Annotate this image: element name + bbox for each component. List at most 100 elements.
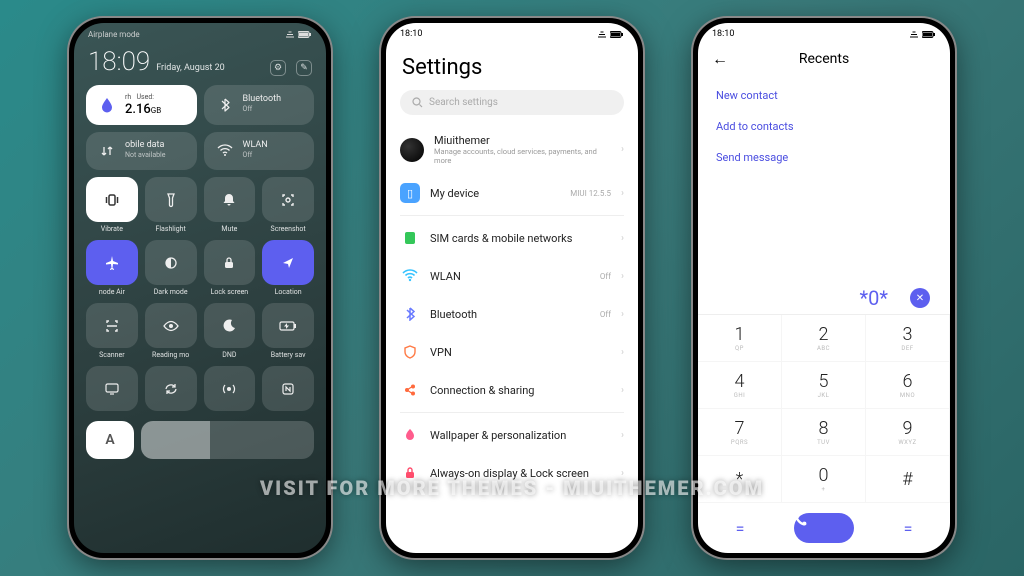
extra-toggle-4[interactable] (262, 366, 314, 414)
chevron-right-icon: › (621, 385, 624, 396)
chevron-right-icon: › (621, 144, 624, 155)
status-bar: Airplane mode (74, 23, 326, 41)
cc-header: 18:09 Friday, August 20 ⚙ ✎ (74, 41, 326, 85)
menu-right-button[interactable]: = (866, 519, 950, 538)
key-8[interactable]: 8TUV (782, 409, 866, 456)
vpn-row[interactable]: VPN › (386, 333, 638, 371)
clock-time: 18:09 (88, 47, 150, 77)
mobile-data-icon (96, 140, 118, 162)
wlan-row[interactable]: WLAN Off › (386, 257, 638, 295)
phone-settings: 18:10 Settings Search settings Miuitheme… (381, 18, 643, 558)
wallpaper-row[interactable]: Wallpaper & personalization › (386, 416, 638, 454)
chevron-right-icon: › (621, 468, 624, 479)
vpn-icon (400, 342, 420, 362)
extra-toggle-1[interactable] (86, 366, 138, 414)
airplane-icon (86, 240, 138, 285)
cast-icon (86, 366, 138, 411)
wallpaper-icon (400, 425, 420, 445)
call-button[interactable] (794, 513, 854, 543)
status-time: 18:10 (712, 29, 734, 39)
mute-toggle[interactable]: Mute (204, 177, 256, 233)
nfc-icon (262, 366, 314, 411)
extra-toggle-2[interactable] (145, 366, 197, 414)
extra-toggle-3[interactable] (204, 366, 256, 414)
key-6[interactable]: 6MNO (866, 362, 950, 409)
flashlight-icon (145, 177, 197, 222)
key-7[interactable]: 7PQRS (698, 409, 782, 456)
battery-icon (262, 303, 314, 348)
aod-row[interactable]: Always-on display & Lock screen › (386, 454, 638, 492)
airplane-toggle[interactable]: node Air (86, 240, 138, 296)
status-right (597, 31, 624, 38)
darkmode-toggle[interactable]: Dark mode (145, 240, 197, 296)
connection-row[interactable]: Connection & sharing › (386, 371, 638, 409)
bluetooth-row[interactable]: Bluetooth Off › (386, 295, 638, 333)
status-left: Airplane mode (88, 30, 140, 39)
settings-icon[interactable]: ⚙ (270, 60, 286, 76)
sync-icon (145, 366, 197, 411)
screenshot-toggle[interactable]: Screenshot (262, 177, 314, 233)
location-toggle[interactable]: Location (262, 240, 314, 296)
key-4[interactable]: 4GHI (698, 362, 782, 409)
chevron-right-icon: › (621, 233, 624, 244)
lock-icon (204, 240, 256, 285)
flashlight-toggle[interactable]: Flashlight (145, 177, 197, 233)
status-bar: 18:10 (698, 23, 950, 41)
settings-title: Settings (386, 41, 638, 90)
backspace-button[interactable]: ✕ (910, 288, 930, 308)
data-usage-tile[interactable]: rh Used: 2.16GB (86, 85, 197, 125)
wlan-tile[interactable]: WLANOff (204, 132, 315, 170)
dnd-toggle[interactable]: DND (204, 303, 256, 359)
clock-date: Friday, August 20 (156, 63, 260, 73)
sim-row[interactable]: SIM cards & mobile networks › (386, 219, 638, 257)
phone-icon: ▯ (400, 183, 420, 203)
phone-control-center: Airplane mode 18:09 Friday, August 20 ⚙ … (69, 18, 331, 558)
account-row[interactable]: MiuithemerManage accounts, cloud service… (386, 125, 638, 174)
key-9[interactable]: 9WXYZ (866, 409, 950, 456)
page-title: Recents (732, 51, 916, 67)
mobile-data-tile[interactable]: obile dataNot available (86, 132, 197, 170)
lock-icon (400, 463, 420, 483)
vibrate-icon (86, 177, 138, 222)
send-message-link[interactable]: Send message (716, 143, 932, 174)
wifi-icon (214, 140, 236, 162)
call-icon (794, 513, 808, 527)
status-bar: 18:10 (386, 23, 638, 41)
reading-toggle[interactable]: Reading mo (145, 303, 197, 359)
battery-saver-toggle[interactable]: Battery sav (262, 303, 314, 359)
scanner-icon (86, 303, 138, 348)
sim-icon (400, 228, 420, 248)
dial-pad: 1QP 2ABC 3DEF 4GHI 5JKL 6MNO 7PQRS 8TUV … (698, 314, 950, 503)
key-0[interactable]: 0+ (782, 456, 866, 503)
search-input[interactable]: Search settings (400, 90, 624, 115)
key-3[interactable]: 3DEF (866, 315, 950, 362)
share-icon (400, 380, 420, 400)
bluetooth-icon (400, 304, 420, 324)
bluetooth-tile[interactable]: BluetoothOff (204, 85, 315, 125)
chevron-right-icon: › (621, 309, 624, 320)
chevron-right-icon: › (621, 188, 624, 199)
add-contacts-link[interactable]: Add to contacts (716, 112, 932, 143)
new-contact-link[interactable]: New contact (716, 81, 932, 112)
status-right (909, 31, 936, 38)
moon-icon (204, 303, 256, 348)
edit-icon[interactable]: ✎ (296, 60, 312, 76)
status-right (285, 31, 312, 38)
brightness-slider[interactable] (141, 421, 314, 459)
back-button[interactable]: ← (712, 49, 732, 69)
menu-left-button[interactable]: = (698, 519, 782, 538)
auto-brightness-button[interactable]: A (86, 421, 134, 459)
screenshot-icon (262, 177, 314, 222)
key-2[interactable]: 2ABC (782, 315, 866, 362)
key-5[interactable]: 5JKL (782, 362, 866, 409)
key-hash[interactable]: # (866, 456, 950, 503)
scanner-toggle[interactable]: Scanner (86, 303, 138, 359)
key-star[interactable]: * (698, 456, 782, 503)
eye-icon (145, 303, 197, 348)
lockscreen-toggle[interactable]: Lock screen (204, 240, 256, 296)
key-1[interactable]: 1QP (698, 315, 782, 362)
location-icon (262, 240, 314, 285)
my-device-row[interactable]: ▯ My device MIUI 12.5.5 › (386, 174, 638, 212)
search-icon (412, 97, 423, 108)
vibrate-toggle[interactable]: Vibrate (86, 177, 138, 233)
